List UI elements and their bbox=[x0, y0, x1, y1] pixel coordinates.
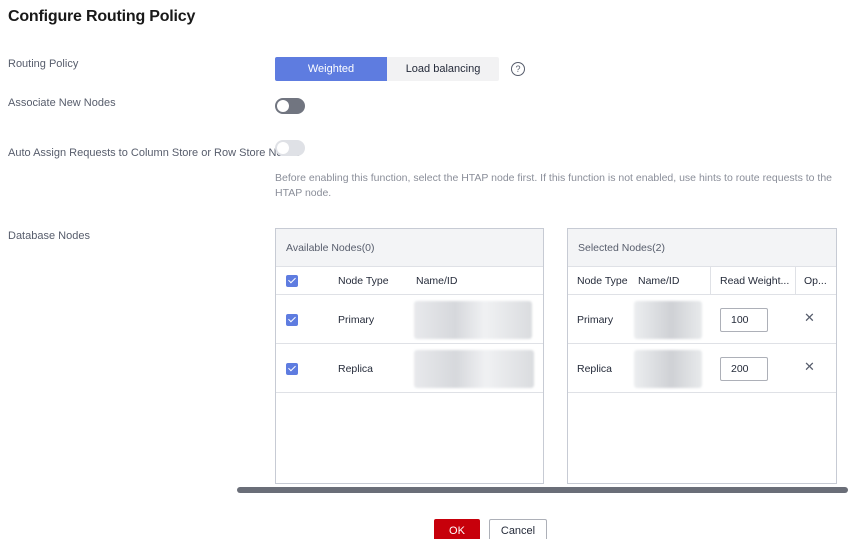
column-name-id: Name/ID bbox=[416, 275, 458, 287]
associate-new-nodes-label: Associate New Nodes bbox=[8, 97, 116, 109]
node-type-cell: Primary bbox=[577, 314, 614, 326]
table-row[interactable]: Primary bbox=[276, 296, 543, 344]
question-circle-icon[interactable]: ? bbox=[511, 62, 525, 76]
auto-assign-hint: Before enabling this function, select th… bbox=[275, 172, 833, 199]
database-nodes-label: Database Nodes bbox=[8, 230, 90, 242]
redacted-name-id bbox=[634, 301, 702, 339]
redacted-name-id bbox=[634, 350, 702, 388]
auto-assign-toggle[interactable] bbox=[275, 140, 305, 156]
node-type-cell: Replica bbox=[338, 363, 374, 375]
routing-policy-selector: Weighted Load balancing bbox=[275, 57, 499, 81]
page-title: Configure Routing Policy bbox=[8, 8, 196, 25]
redacted-name-id bbox=[414, 350, 534, 388]
row-checkbox[interactable] bbox=[286, 363, 298, 375]
ok-button[interactable]: OK bbox=[434, 519, 480, 539]
selected-nodes-panel: Selected Nodes(2) Node Type Name/ID Read… bbox=[567, 228, 837, 484]
table-row: Primary 100 ✕ bbox=[568, 296, 836, 344]
associate-new-nodes-toggle[interactable] bbox=[275, 98, 305, 114]
column-divider bbox=[795, 267, 796, 295]
select-all-checkbox[interactable] bbox=[286, 275, 298, 287]
table-row: Replica 200 ✕ bbox=[568, 345, 836, 393]
read-weight-input[interactable]: 200 bbox=[720, 357, 768, 381]
row-checkbox[interactable] bbox=[286, 314, 298, 326]
available-nodes-title: Available Nodes(0) bbox=[276, 229, 543, 267]
remove-icon[interactable]: ✕ bbox=[804, 310, 815, 326]
column-node-type: Node Type bbox=[577, 275, 628, 287]
routing-policy-label: Routing Policy bbox=[8, 58, 79, 70]
selected-nodes-title: Selected Nodes(2) bbox=[568, 229, 836, 267]
column-operation: Op... bbox=[804, 275, 827, 287]
remove-icon[interactable]: ✕ bbox=[804, 359, 815, 375]
column-read-weight: Read Weight... bbox=[720, 275, 790, 287]
cancel-button[interactable]: Cancel bbox=[489, 519, 547, 539]
read-weight-input[interactable]: 100 bbox=[720, 308, 768, 332]
node-type-cell: Replica bbox=[577, 363, 613, 375]
toggle-knob bbox=[277, 142, 289, 154]
redacted-name-id bbox=[414, 301, 532, 339]
load-balancing-option[interactable]: Load balancing bbox=[387, 57, 499, 81]
column-divider bbox=[710, 267, 711, 295]
table-row[interactable]: Replica bbox=[276, 345, 543, 393]
column-node-type: Node Type bbox=[338, 275, 389, 287]
auto-assign-label: Auto Assign Requests to Column Store or … bbox=[8, 147, 301, 159]
horizontal-scrollbar[interactable] bbox=[237, 487, 848, 493]
available-nodes-header: Node Type Name/ID bbox=[276, 267, 543, 295]
column-name-id: Name/ID bbox=[638, 275, 680, 287]
node-type-cell: Primary bbox=[338, 314, 375, 326]
weighted-option[interactable]: Weighted bbox=[275, 57, 387, 81]
available-nodes-panel: Available Nodes(0) Node Type Name/ID Pri… bbox=[275, 228, 544, 484]
toggle-knob bbox=[277, 100, 289, 112]
